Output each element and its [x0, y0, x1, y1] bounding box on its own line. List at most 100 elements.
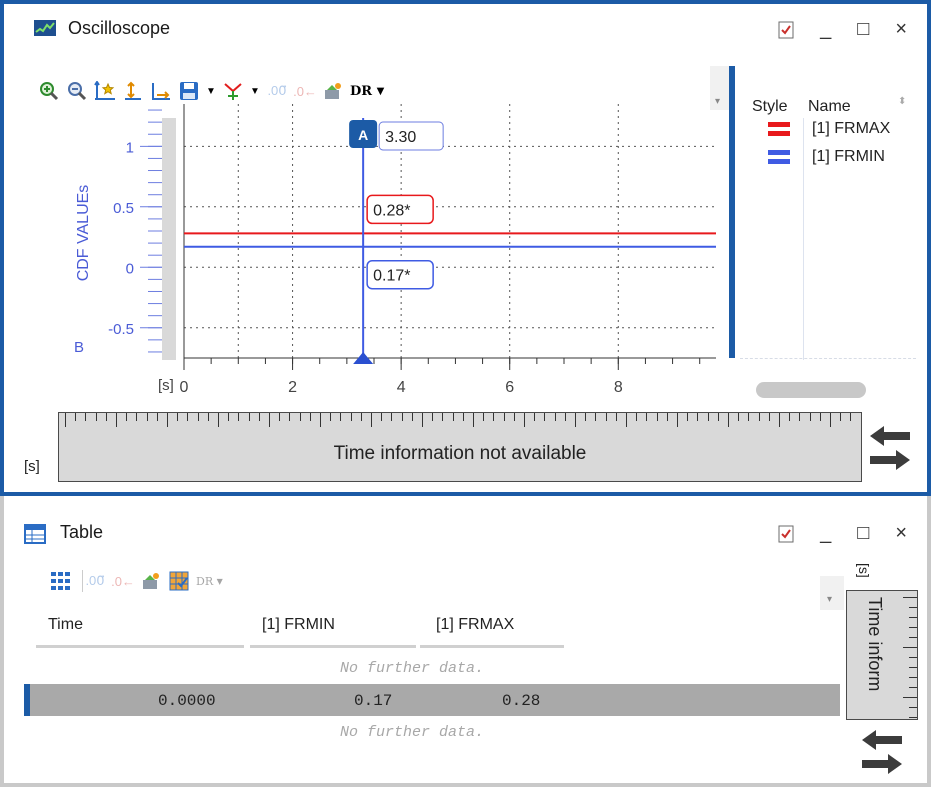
cell-frmin: 0.17 — [354, 692, 393, 710]
save-icon[interactable] — [178, 80, 200, 102]
column-header-frmax[interactable]: [1] FRMAX — [436, 616, 514, 634]
ruler-tick — [903, 697, 917, 698]
x-axis-unit: [s] — [158, 377, 174, 394]
legend-bottom-divider — [740, 358, 916, 359]
legend-divider — [803, 118, 804, 360]
legend-name-header[interactable]: Name — [808, 98, 851, 116]
table-toolbar: .00⃗ .0← DR ▼ — [50, 566, 223, 596]
restore-checkbox-icon[interactable] — [778, 21, 794, 39]
column-header-frmin[interactable]: [1] FRMIN — [262, 616, 335, 634]
row-selection-marker — [24, 684, 30, 716]
ruler-tick — [248, 413, 250, 421]
ruler-tick — [830, 413, 831, 427]
ruler-tick — [381, 413, 383, 421]
maximize-button[interactable]: □ — [857, 18, 869, 41]
cursor-dropdown-chevron-icon[interactable]: ▼ — [250, 80, 260, 102]
legend-horizontal-scrollbar[interactable] — [756, 382, 866, 398]
export-icon[interactable] — [140, 570, 162, 592]
table-settings-icon[interactable] — [168, 570, 190, 592]
oscilloscope-plot[interactable]: 1 0.5 0 -0.5 CDF VALUEs B 0 2 4 6 8 [s] A 3.30 0.28* 0.… — [0, 100, 740, 412]
swap-arrows-icon[interactable] — [858, 728, 906, 776]
ruler-tick — [656, 413, 658, 421]
y-axis-label: CDF VALUEs — [75, 185, 92, 282]
ruler-tick — [269, 413, 270, 427]
minimize-button[interactable]: _ — [820, 522, 831, 545]
ruler-tick — [534, 413, 536, 421]
table-window-buttons: _ □ × — [778, 522, 907, 545]
ruler-tick — [575, 413, 576, 427]
sort-icon[interactable]: ⬍ — [898, 96, 906, 107]
ruler-tick — [513, 413, 515, 421]
ruler-tick — [167, 413, 168, 427]
ruler-tick — [483, 413, 485, 421]
decimals-decrease-icon[interactable]: .0← — [293, 80, 317, 102]
ruler-tick — [544, 413, 546, 421]
ruler-tick — [707, 413, 709, 421]
restore-checkbox-icon[interactable] — [778, 525, 794, 543]
decimals-decrease-icon[interactable]: .0← — [111, 570, 135, 592]
legend-item-frmin[interactable]: [1] FRMIN — [812, 148, 885, 166]
side-time-ruler[interactable]: Time inform — [846, 590, 918, 720]
ruler-tick — [903, 597, 917, 598]
ruler-tick — [799, 413, 801, 421]
cursor-value-frmax: 0.28* — [373, 202, 410, 219]
zoom-y-icon[interactable] — [122, 80, 144, 102]
oscilloscope-icon — [34, 20, 56, 36]
legend-swatch-frmax — [768, 122, 790, 136]
column-divider — [250, 645, 416, 648]
save-dropdown-chevron-icon[interactable]: ▼ — [206, 80, 216, 102]
ruler-tick — [809, 413, 811, 421]
minimize-button[interactable]: _ — [820, 18, 831, 41]
ruler-tick — [116, 413, 117, 427]
plot-vertical-scroll-indicator[interactable] — [729, 66, 735, 358]
ruler-tick — [177, 413, 179, 421]
table-row[interactable]: 0.0000 0.17 0.28 — [24, 684, 840, 716]
close-button[interactable]: × — [895, 18, 907, 41]
ruler-tick — [909, 677, 917, 678]
swap-arrows-icon[interactable] — [866, 420, 914, 476]
zoom-x-icon[interactable] — [150, 80, 172, 102]
ruler-tick — [309, 413, 311, 421]
export-icon[interactable] — [322, 80, 344, 102]
ruler-tick — [909, 707, 917, 708]
zoom-fit-icon[interactable] — [94, 80, 116, 102]
zoom-in-icon[interactable] — [38, 80, 60, 102]
table-toolbar-overflow[interactable]: ▾ — [820, 576, 844, 610]
ruler-tick — [65, 413, 66, 427]
ruler-tick — [452, 413, 454, 421]
toolbar-separator — [82, 570, 83, 592]
legend-item-frmax[interactable]: [1] FRMAX — [812, 120, 890, 138]
ruler-tick — [473, 413, 474, 427]
no-further-data-top: No further data. — [340, 660, 485, 677]
time-ruler[interactable]: Time information not available — [58, 412, 862, 482]
table-icon — [24, 524, 46, 544]
ruler-tick — [207, 413, 209, 421]
ruler-tick — [156, 413, 158, 421]
legend-style-header[interactable]: Style — [752, 98, 788, 116]
ruler-tick — [524, 413, 525, 427]
y-axis-scale-bar — [162, 118, 176, 360]
ruler-tick — [218, 413, 219, 427]
ruler-tick — [677, 413, 678, 427]
cursor-icon[interactable] — [222, 80, 244, 102]
decimals-increase-icon[interactable]: .00⃗ — [266, 80, 288, 102]
ruler-tick — [442, 413, 444, 421]
grid-icon[interactable] — [50, 570, 72, 592]
time-ruler-unit: [s] — [24, 458, 40, 475]
cursor-x-value: 3.30 — [385, 129, 416, 146]
ruler-tick — [493, 413, 495, 421]
ruler-tick — [687, 413, 689, 421]
time-ruler-message: Time information not available — [333, 443, 587, 464]
column-header-time[interactable]: Time — [48, 616, 83, 634]
zoom-out-icon[interactable] — [66, 80, 88, 102]
dr-dropdown[interactable]: DR ▼ — [350, 80, 384, 102]
dr-dropdown[interactable]: DR ▼ — [196, 570, 223, 592]
maximize-button[interactable]: □ — [857, 522, 869, 545]
close-button[interactable]: × — [895, 522, 907, 545]
ruler-tick — [95, 413, 97, 421]
ruler-tick — [748, 413, 750, 421]
ruler-tick — [462, 413, 464, 421]
ruler-tick — [697, 413, 699, 421]
decimals-increase-icon[interactable]: .00⃗ — [84, 570, 106, 592]
ruler-tick — [228, 413, 230, 421]
